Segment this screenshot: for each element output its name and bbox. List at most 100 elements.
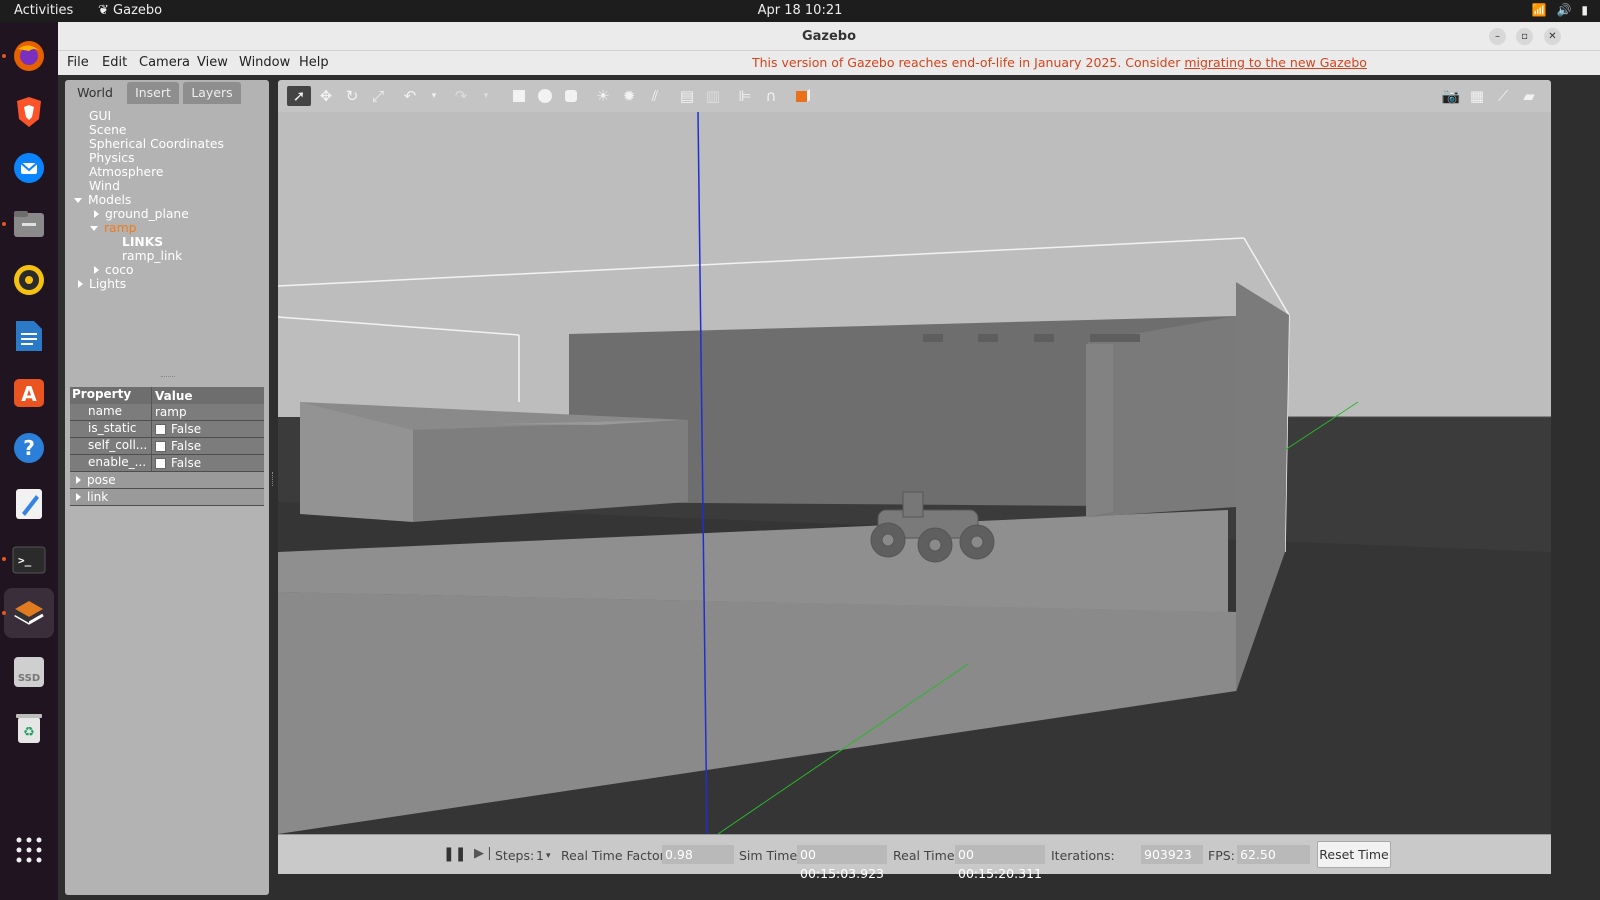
- activities-button[interactable]: Activities: [14, 3, 73, 18]
- maximize-button[interactable]: ▫: [1516, 28, 1533, 45]
- tree-item-scene[interactable]: Scene: [89, 123, 127, 137]
- select-mode-icon[interactable]: ➚: [287, 86, 311, 106]
- tab-layers[interactable]: Layers: [183, 82, 241, 104]
- screenshot-icon[interactable]: 📷: [1441, 86, 1461, 106]
- property-column-header: Property: [70, 387, 152, 404]
- paste-icon[interactable]: ▥: [703, 86, 723, 106]
- translate-mode-icon[interactable]: ✥: [316, 86, 336, 106]
- tree-item-ramp-link[interactable]: ramp_link: [122, 249, 182, 263]
- tree-item-models[interactable]: Models: [74, 193, 131, 207]
- tree-item-coco-label: coco: [105, 263, 134, 277]
- property-value[interactable]: ramp: [152, 404, 264, 420]
- panel-resize-handle[interactable]: [272, 472, 275, 486]
- menu-camera[interactable]: Camera: [139, 55, 190, 70]
- log-icon[interactable]: ▦: [1467, 86, 1487, 106]
- tab-world[interactable]: World: [67, 82, 123, 104]
- redo-icon[interactable]: ↷: [451, 86, 471, 106]
- writer-icon[interactable]: [9, 316, 49, 356]
- collapse-arrow-icon[interactable]: [90, 226, 98, 231]
- menu-file[interactable]: File: [67, 55, 89, 70]
- terminal-icon[interactable]: >_: [9, 540, 49, 580]
- gazebo-small-icon: ❦: [98, 3, 114, 18]
- copy-icon[interactable]: ▤: [677, 86, 697, 106]
- sphere-shape-icon[interactable]: [535, 86, 555, 106]
- splitter-handle[interactable]: [161, 376, 175, 378]
- clock[interactable]: Apr 18 10:21: [0, 3, 1600, 18]
- property-group-link[interactable]: link: [70, 489, 264, 506]
- collapse-arrow-icon[interactable]: [74, 198, 82, 203]
- property-row-self-collide[interactable]: self_coll... False: [70, 438, 264, 455]
- change-view-icon[interactable]: [793, 86, 813, 106]
- box-shape-icon[interactable]: [509, 86, 529, 106]
- steps-value[interactable]: 1: [536, 848, 544, 863]
- expand-arrow-icon[interactable]: [76, 493, 81, 501]
- property-row-enable-wind[interactable]: enable_... False: [70, 455, 264, 472]
- step-icon[interactable]: ▶❘: [474, 846, 495, 861]
- migration-link[interactable]: migrating to the new Gazebo: [1184, 55, 1367, 70]
- help-icon[interactable]: ?: [9, 428, 49, 468]
- property-value: False: [171, 422, 202, 436]
- menu-help[interactable]: Help: [299, 55, 329, 70]
- redo-dropdown-icon[interactable]: ▾: [476, 86, 496, 106]
- self-collide-checkbox[interactable]: [155, 440, 166, 452]
- pause-icon[interactable]: ❚❚: [443, 846, 466, 862]
- steps-dropdown-icon[interactable]: ▾: [546, 851, 551, 861]
- cylinder-shape-icon[interactable]: [561, 86, 581, 106]
- show-apps-icon[interactable]: [9, 830, 49, 870]
- rhythmbox-icon[interactable]: [9, 260, 49, 300]
- expand-arrow-icon[interactable]: [76, 476, 81, 484]
- tree-item-physics[interactable]: Physics: [89, 151, 134, 165]
- expand-arrow-icon[interactable]: [94, 266, 99, 274]
- property-group-pose[interactable]: pose: [70, 472, 264, 489]
- reset-time-button[interactable]: Reset Time: [1317, 841, 1391, 868]
- tree-item-models-label: Models: [88, 193, 132, 207]
- firefox-icon[interactable]: [9, 36, 49, 76]
- scale-mode-icon[interactable]: ⤢: [368, 86, 388, 106]
- eol-notice: This version of Gazebo reaches end-of-li…: [752, 55, 1367, 70]
- tree-item-gui[interactable]: GUI: [89, 109, 111, 123]
- thunderbird-icon[interactable]: [9, 148, 49, 188]
- text-editor-icon[interactable]: [9, 484, 49, 524]
- menu-view[interactable]: View: [197, 55, 228, 70]
- software-icon[interactable]: A: [9, 372, 49, 412]
- tree-item-atmosphere[interactable]: Atmosphere: [89, 165, 163, 179]
- tree-item-wind[interactable]: Wind: [89, 179, 120, 193]
- menu-window[interactable]: Window: [239, 55, 290, 70]
- trash-icon[interactable]: ♻: [9, 708, 49, 748]
- minimize-button[interactable]: –: [1489, 28, 1506, 45]
- ssd-icon[interactable]: SSD: [9, 652, 49, 692]
- property-value: False: [171, 456, 202, 470]
- tree-item-coco[interactable]: coco: [94, 263, 134, 277]
- tree-item-lights[interactable]: Lights: [78, 277, 126, 291]
- tree-item-ground-plane[interactable]: ground_plane: [94, 207, 189, 221]
- brave-icon[interactable]: [9, 92, 49, 132]
- directional-light-icon[interactable]: ⫽: [645, 86, 665, 106]
- snap-icon[interactable]: ∩: [761, 86, 781, 106]
- rotate-mode-icon[interactable]: ↻: [342, 86, 362, 106]
- undo-dropdown-icon[interactable]: ▾: [424, 86, 444, 106]
- tab-insert[interactable]: Insert: [127, 82, 179, 104]
- undo-icon[interactable]: ↶: [400, 86, 420, 106]
- gazebo-icon[interactable]: [4, 588, 54, 638]
- expand-arrow-icon[interactable]: [94, 210, 99, 218]
- tree-item-ramp[interactable]: ramp: [90, 221, 136, 235]
- plot-icon[interactable]: ⟋: [1493, 86, 1513, 106]
- files-icon[interactable]: [9, 204, 49, 244]
- expand-arrow-icon[interactable]: [78, 280, 83, 288]
- record-video-icon[interactable]: ▰: [1519, 86, 1539, 106]
- title-bar[interactable]: Gazebo – ▫ ✕: [58, 22, 1600, 51]
- spot-light-icon[interactable]: ✹: [619, 86, 639, 106]
- app-menu[interactable]: ❦ Gazebo: [98, 3, 162, 18]
- close-button[interactable]: ✕: [1544, 28, 1561, 45]
- align-icon[interactable]: ⊫: [735, 86, 755, 106]
- point-light-icon[interactable]: ☀: [593, 86, 613, 106]
- scene-viewport[interactable]: [278, 112, 1551, 834]
- is-static-checkbox[interactable]: [155, 423, 166, 435]
- system-tray[interactable]: 📶 🔊 ▮: [1531, 3, 1588, 17]
- enable-wind-checkbox[interactable]: [155, 457, 166, 469]
- property-row-is-static[interactable]: is_static False: [70, 421, 264, 438]
- pose-label: pose: [87, 473, 116, 487]
- property-row-name[interactable]: name ramp: [70, 404, 264, 421]
- tree-item-spherical-coordinates[interactable]: Spherical Coordinates: [89, 137, 224, 151]
- menu-edit[interactable]: Edit: [102, 55, 127, 70]
